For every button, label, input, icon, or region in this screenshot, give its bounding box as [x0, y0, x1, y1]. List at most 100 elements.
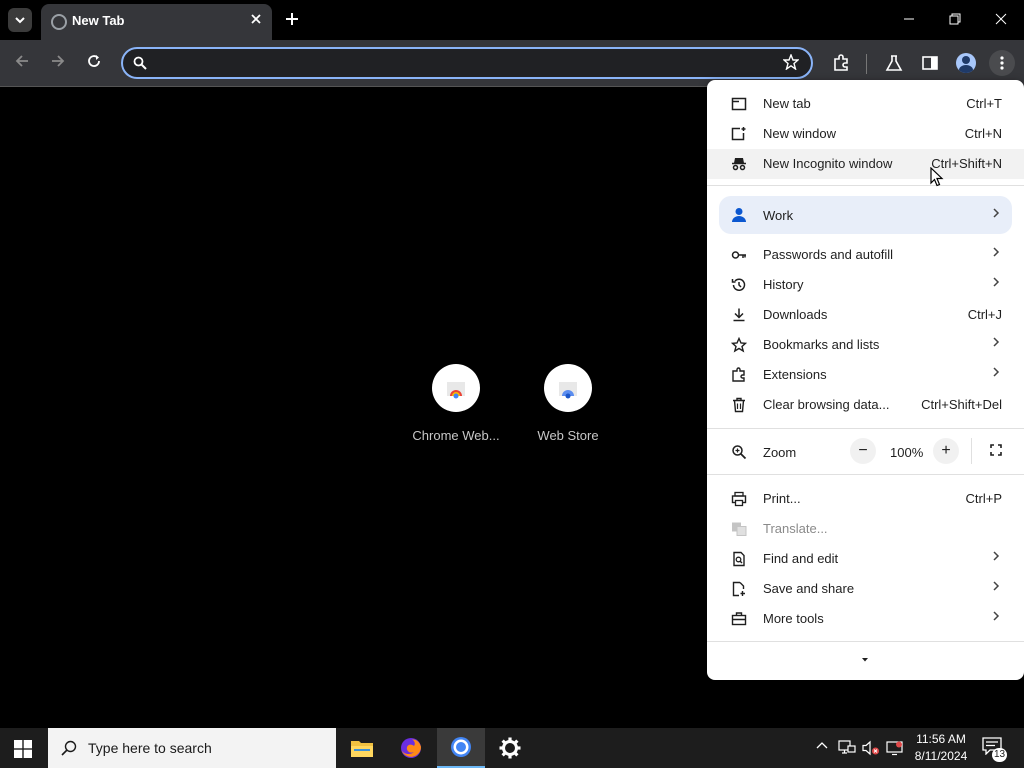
menu-item-label: New Incognito window	[763, 156, 893, 171]
chrome-menu-button[interactable]	[989, 50, 1015, 76]
bookmark-star-button[interactable]	[782, 53, 800, 75]
menu-separator	[707, 185, 1024, 186]
menu-item-print[interactable]: Print... Ctrl+P	[707, 484, 1024, 514]
tray-network[interactable]	[838, 740, 856, 759]
web-store-icon	[559, 382, 577, 399]
menu-item-shortcut: Ctrl+P	[965, 491, 1002, 506]
menu-item-label: Find and edit	[763, 551, 839, 566]
menu-item-shortcut: Ctrl+N	[964, 126, 1002, 141]
clock-time: 11:56 AM	[916, 732, 966, 746]
star-icon	[782, 53, 800, 71]
tray-overflow-button[interactable]	[816, 740, 828, 755]
address-bar[interactable]	[121, 47, 813, 79]
reload-button[interactable]	[82, 52, 106, 76]
fullscreen-button[interactable]	[983, 438, 1009, 464]
tray-volume[interactable]	[862, 740, 880, 759]
puzzle-icon	[732, 367, 745, 382]
close-icon	[995, 13, 1007, 25]
printer-icon	[731, 491, 747, 507]
action-center-button[interactable]: 13	[982, 737, 1008, 762]
zoom-divider	[971, 438, 972, 464]
taskbar-chrome[interactable]	[437, 728, 485, 768]
restore-button[interactable]	[940, 8, 970, 32]
tab-search-button[interactable]	[8, 8, 32, 32]
profile-button[interactable]	[953, 50, 979, 76]
taskbar-search-input[interactable]: Type here to search	[88, 740, 212, 756]
menu-item-save-and-share[interactable]: Save and share	[707, 574, 1024, 604]
menu-separator	[707, 474, 1024, 475]
close-tab-button[interactable]	[247, 10, 265, 28]
zoom-icon	[732, 445, 747, 460]
chevron-right-icon	[992, 275, 1000, 291]
taskbar-settings[interactable]	[486, 728, 534, 768]
taskbar: Type here to search 11:56 AM 8/11/2024 1…	[0, 728, 1024, 768]
menu-item-label: New window	[763, 126, 836, 141]
new-tab-icon	[731, 97, 747, 111]
menu-item-label: Print...	[763, 491, 801, 506]
plus-icon	[286, 13, 298, 25]
taskbar-search[interactable]: Type here to search	[48, 728, 336, 768]
labs-button[interactable]	[881, 50, 907, 76]
menu-item-label: New tab	[763, 96, 811, 111]
menu-item-label: Save and share	[763, 581, 855, 596]
menu-item-profile-work[interactable]: Work	[719, 196, 1012, 234]
back-button[interactable]	[10, 52, 34, 76]
chevron-right-icon	[992, 549, 1000, 565]
menu-scroll-down-button[interactable]	[857, 650, 873, 664]
menu-item-bookmarks[interactable]: Bookmarks and lists	[707, 330, 1024, 360]
tray-display[interactable]	[886, 740, 904, 759]
chevron-right-icon	[992, 245, 1000, 261]
person-icon	[732, 208, 746, 222]
toolbox-icon	[731, 612, 747, 626]
mouse-cursor-icon	[930, 167, 944, 187]
menu-item-label: Clear browsing data...	[763, 397, 890, 412]
close-window-button[interactable]	[986, 8, 1016, 32]
volume-muted-icon	[862, 740, 879, 756]
taskbar-file-explorer[interactable]	[338, 728, 386, 768]
forward-button[interactable]	[46, 52, 70, 76]
menu-item-downloads[interactable]: Downloads Ctrl+J	[707, 300, 1024, 330]
side-panel-icon	[922, 56, 938, 70]
zoom-out-button[interactable]: −	[850, 438, 876, 464]
menu-item-more-tools[interactable]: More tools	[707, 604, 1024, 634]
find-in-page-icon	[733, 551, 745, 567]
arrow-left-icon	[15, 55, 28, 67]
start-button[interactable]	[14, 740, 32, 758]
firefox-icon	[401, 738, 421, 758]
menu-item-clear-browsing-data[interactable]: Clear browsing data... Ctrl+Shift+Del	[707, 390, 1024, 420]
menu-item-new-incognito-window[interactable]: New Incognito window Ctrl+Shift+N	[707, 149, 1024, 179]
menu-item-label: More tools	[763, 611, 824, 626]
toolbar-divider	[866, 54, 867, 74]
notification-count-badge: 13	[992, 748, 1008, 762]
tab-new-tab[interactable]: New Tab	[41, 4, 272, 40]
download-icon	[733, 308, 745, 322]
menu-item-label: Passwords and autofill	[763, 247, 894, 262]
taskbar-firefox[interactable]	[387, 728, 435, 768]
taskbar-clock[interactable]: 11:56 AM 8/11/2024	[906, 731, 976, 765]
new-tab-button[interactable]	[281, 8, 303, 30]
menu-item-find-and-edit[interactable]: Find and edit	[707, 544, 1024, 574]
menu-item-extensions[interactable]: Extensions	[707, 360, 1024, 390]
shortcut-chrome-web-store[interactable]: Chrome Web...	[401, 364, 511, 443]
menu-item-new-tab[interactable]: New tab Ctrl+T	[707, 89, 1024, 119]
menu-item-new-window[interactable]: New window Ctrl+N	[707, 119, 1024, 149]
menu-item-translate[interactable]: Translate...	[707, 514, 1024, 544]
side-panel-button[interactable]	[917, 50, 943, 76]
zoom-in-button[interactable]: +	[933, 438, 959, 464]
menu-item-shortcut: Ctrl+T	[966, 96, 1002, 111]
shortcut-label: Web Store	[537, 428, 599, 443]
menu-item-label: Extensions	[763, 367, 827, 382]
zoom-level: 100%	[890, 445, 924, 460]
minimize-button[interactable]	[894, 8, 924, 32]
search-icon	[61, 740, 77, 756]
puzzle-icon	[834, 54, 848, 71]
shortcut-tile	[432, 364, 480, 412]
menu-item-history[interactable]: History	[707, 270, 1024, 300]
save-share-icon	[732, 581, 745, 597]
shortcut-web-store[interactable]: Web Store	[513, 364, 623, 443]
extensions-button[interactable]	[828, 50, 854, 76]
tab-title: New Tab	[72, 13, 125, 28]
translate-icon	[732, 522, 747, 536]
menu-item-passwords[interactable]: Passwords and autofill	[707, 240, 1024, 270]
shortcut-label: Chrome Web...	[412, 428, 500, 443]
